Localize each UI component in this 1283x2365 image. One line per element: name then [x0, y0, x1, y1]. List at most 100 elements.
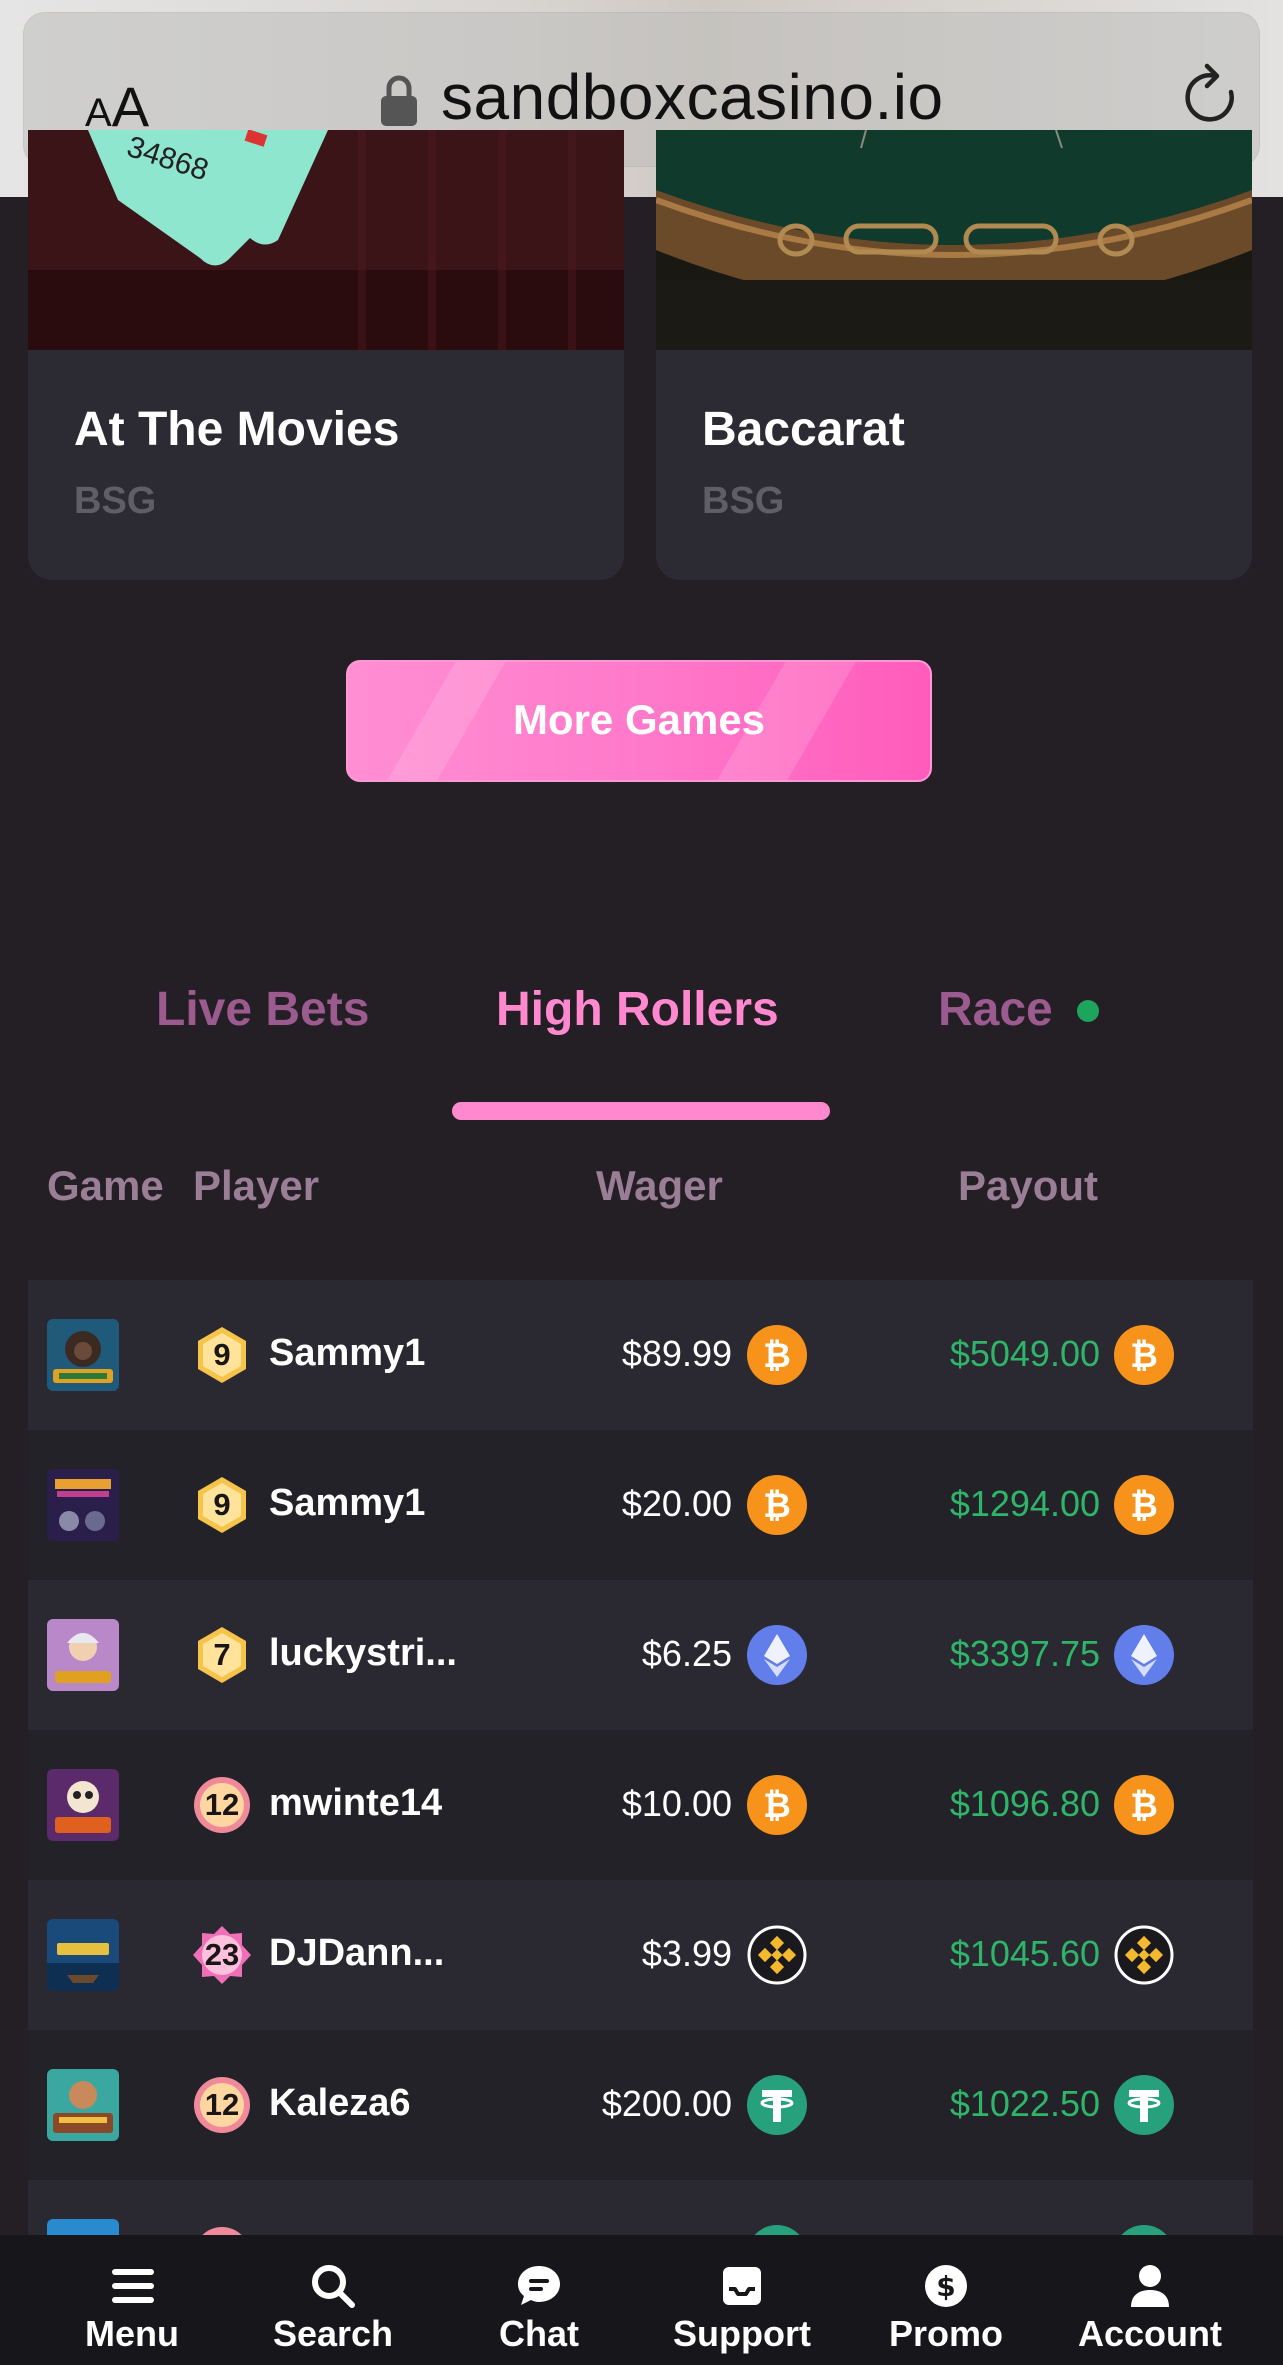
ethereum-icon — [1114, 1625, 1174, 1685]
tab-high-rollers[interactable]: High Rollers — [496, 982, 779, 1037]
text-size-small-glyph: A — [85, 91, 112, 135]
level-value: 7 — [213, 1637, 231, 1672]
player-name[interactable]: DJDann... — [269, 1932, 444, 1975]
svg-text:$: $ — [936, 2270, 955, 2303]
wager-amount: $3.99 — [641, 1933, 732, 1974]
svg-text:₿: ₿ — [1130, 1786, 1158, 1826]
dollar-circle-icon: $ — [925, 2265, 967, 2307]
level-value: 9 — [213, 1487, 231, 1522]
url-text: sandboxcasino.io — [441, 61, 944, 133]
nav-label: Account — [1078, 2313, 1222, 2354]
wager-amount: $20.00 — [621, 1483, 732, 1524]
level-badge-icon — [202, 2227, 242, 2235]
nav-label: Menu — [85, 2313, 179, 2354]
nav-label: Search — [272, 2313, 394, 2354]
binance-icon — [747, 1925, 807, 1985]
nav-menu[interactable]: Menu — [62, 2235, 202, 2365]
column-header-player: Player — [193, 1162, 320, 1209]
level-value: 23 — [204, 1937, 240, 1972]
lock-icon — [381, 75, 417, 126]
level-value: 12 — [204, 1787, 240, 1822]
player-name[interactable]: Sammy1 — [269, 1482, 425, 1525]
table-row[interactable]: 12 Kaleza6 $200.00 $1022.50 — [28, 2030, 1253, 2180]
game-provider: BSG — [74, 480, 157, 522]
player-name[interactable]: luckystri... — [269, 1632, 457, 1675]
tab-race[interactable]: Race — [938, 982, 1053, 1037]
wager-amount: $6.25 — [641, 1633, 732, 1674]
svg-text:₿: ₿ — [763, 1486, 791, 1526]
nav-chat[interactable]: Chat — [476, 2235, 602, 2365]
wager-amount: $10.00 — [621, 1783, 732, 1824]
text-size-large-glyph: A — [111, 75, 150, 138]
level-number: 12 — [192, 2075, 252, 2135]
olympus-slot-icon — [47, 1619, 119, 1691]
table-row[interactable]: 12 mwinte14 $10.00 ₿ $1096.80 ₿ — [28, 1730, 1253, 1880]
mystic-wreck-slot-icon — [47, 1919, 119, 1991]
search-icon — [312, 2265, 355, 2308]
svg-text:₿: ₿ — [763, 1336, 791, 1376]
text-size-button[interactable]: AA — [85, 74, 149, 138]
tether-icon — [747, 2075, 807, 2135]
more-games-label: More Games — [512, 696, 766, 743]
bottom-navigation: Menu Search Chat Support $ Promo Account — [0, 2235, 1283, 2365]
player-name[interactable]: mwinte14 — [269, 1782, 442, 1825]
tether-icon — [1121, 2225, 1167, 2235]
bitcoin-icon: ₿ — [1114, 1325, 1174, 1385]
payout-amount: $3397.75 — [949, 1633, 1100, 1674]
player-name[interactable]: Sammy1 — [269, 1332, 425, 1375]
binance-icon — [1114, 1925, 1174, 1985]
reload-icon[interactable] — [1181, 62, 1243, 132]
at-the-movies-thumbnail: 34868 — [28, 130, 624, 350]
wager-amount: $200.00 — [601, 2083, 732, 2124]
payout-amount: $1294.00 — [949, 1483, 1100, 1524]
table-row[interactable]: 7 luckystri... $6.25 $3397.75 — [28, 1580, 1253, 1730]
column-header-payout: Payout — [958, 1162, 1099, 1209]
howling-wolves-slot-icon — [47, 1469, 119, 1541]
nav-account[interactable]: Account — [1068, 2235, 1232, 2365]
nav-support[interactable]: Support — [662, 2235, 822, 2365]
user-icon — [1131, 2265, 1169, 2307]
level-value: 12 — [204, 2087, 240, 2122]
payout-amount: $1096.80 — [949, 1783, 1100, 1824]
tab-live-bets[interactable]: Live Bets — [156, 982, 369, 1037]
level-number: 23 — [192, 1925, 252, 1985]
nav-label: Chat — [499, 2313, 579, 2354]
table-row[interactable] — [28, 2180, 1253, 2235]
nav-label: Promo — [888, 2313, 1003, 2354]
level-number: 7 — [192, 1625, 252, 1685]
level-number: 9 — [192, 1325, 252, 1385]
game-provider: BSG — [702, 480, 785, 522]
column-header-wager: Wager — [596, 1162, 723, 1209]
bitcoin-icon: ₿ — [1114, 1475, 1174, 1535]
wager-amount: $89.99 — [621, 1333, 732, 1374]
hamburger-menu-icon — [112, 2269, 154, 2303]
payout-amount: $1045.60 — [949, 1933, 1100, 1974]
more-games-button[interactable]: More Games — [346, 660, 932, 782]
payout-amount: $5049.00 — [949, 1333, 1100, 1374]
gorilla-slot-icon — [47, 1319, 119, 1391]
bitcoin-icon: ₿ — [1114, 1775, 1174, 1835]
table-row[interactable]: 23 DJDann... $3.99 $1045.60 — [28, 1880, 1253, 2030]
active-tab-indicator — [452, 1102, 830, 1120]
nav-promo[interactable]: $ Promo — [878, 2235, 1014, 2365]
bitcoin-icon: ₿ — [747, 1325, 807, 1385]
nav-label: Support — [673, 2313, 811, 2354]
race-live-indicator — [1077, 1000, 1099, 1022]
ethereum-icon — [747, 1625, 807, 1685]
svg-text:₿: ₿ — [763, 1786, 791, 1826]
level-value: 9 — [213, 1337, 231, 1372]
payout-amount: $1022.50 — [949, 2083, 1100, 2124]
tether-icon — [754, 2225, 800, 2235]
dia-de-muertos-slot-icon — [47, 1769, 119, 1841]
game-card-at-the-movies[interactable]: 34868 At The Movies BSG — [28, 130, 624, 580]
bitcoin-icon: ₿ — [747, 1475, 807, 1535]
column-header-game: Game — [47, 1162, 164, 1209]
player-name[interactable]: Kaleza6 — [269, 2082, 411, 2125]
game-title: At The Movies — [74, 403, 400, 456]
game-title: Baccarat — [702, 403, 905, 456]
nav-search[interactable]: Search — [258, 2235, 408, 2365]
game-card-baccarat[interactable]: Baccarat BSG — [656, 130, 1252, 580]
table-row[interactable]: 9 Sammy1 $89.99 ₿ $5049.00 ₿ — [28, 1280, 1253, 1430]
inbox-icon — [723, 2267, 761, 2305]
table-row[interactable]: 9 Sammy1 $20.00 ₿ $1294.00 ₿ — [28, 1430, 1253, 1580]
